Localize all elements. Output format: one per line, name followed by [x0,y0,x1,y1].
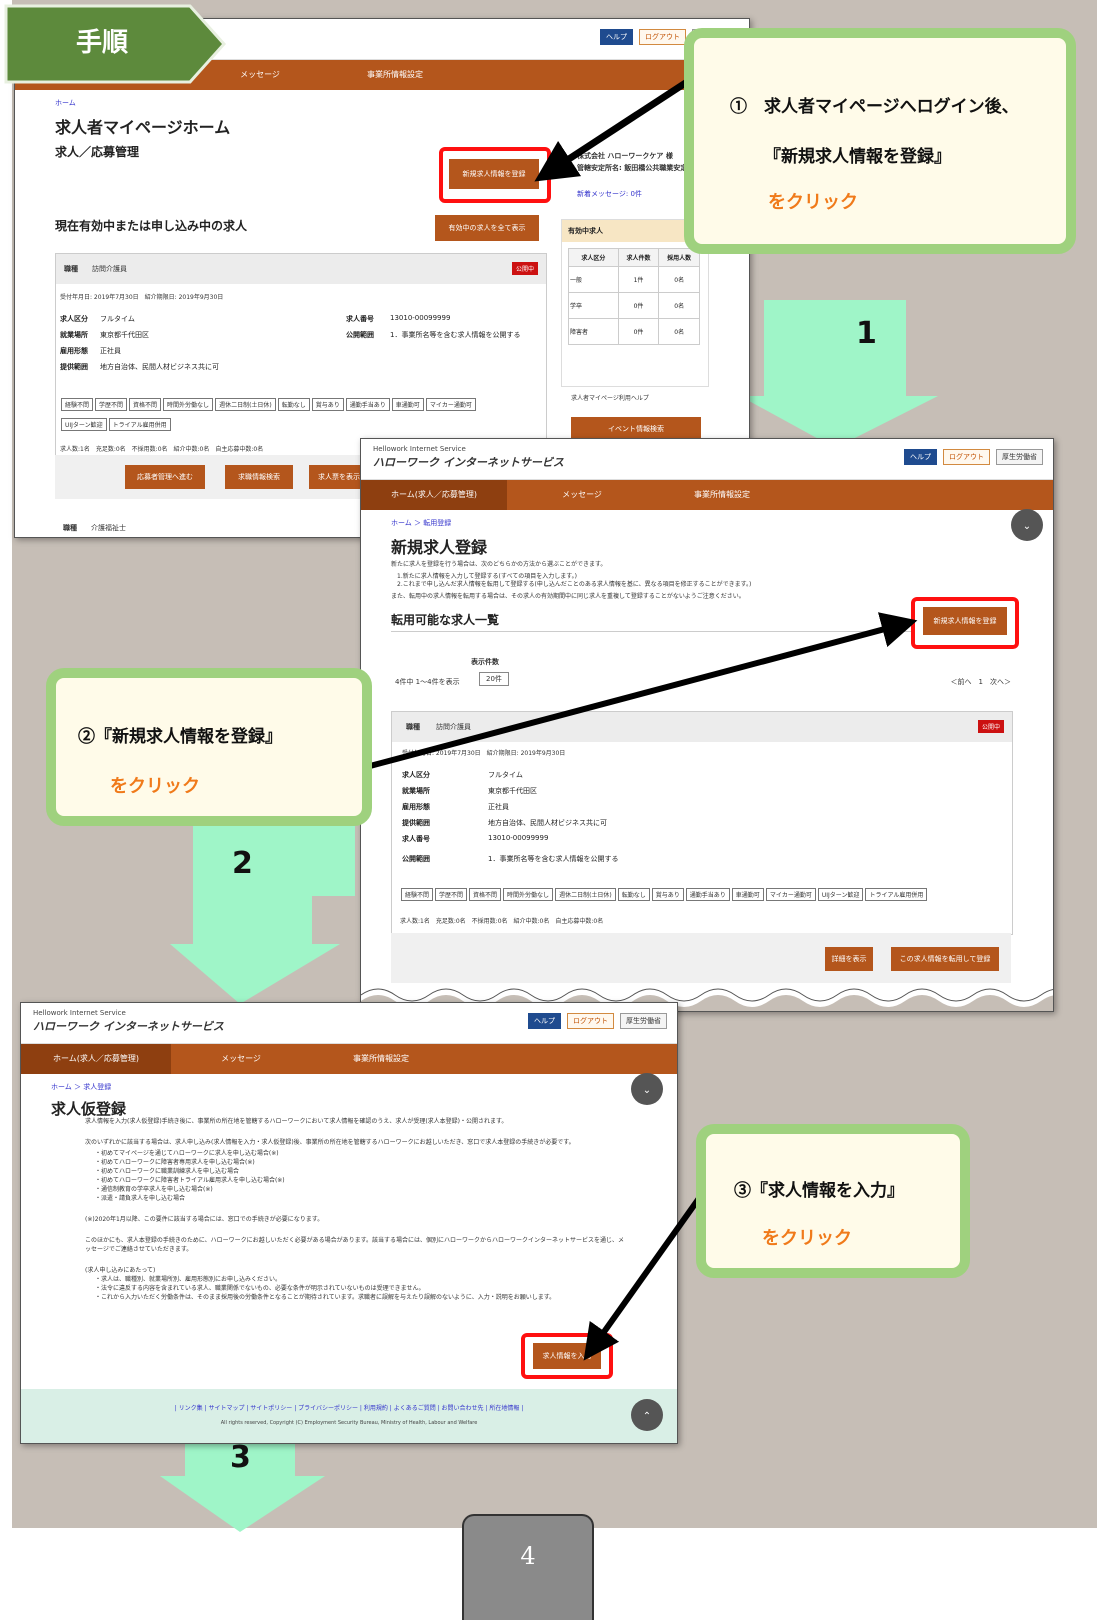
callout-3-text: ③『求人情報を入力』 [734,1181,904,1201]
pointer-arrow-1 [534,77,692,182]
pointer-arrow-3 [583,1178,715,1361]
callout-2-action: をクリック [110,776,200,797]
callout-1-action: をクリック [768,192,858,213]
callout-2-text: ②『新規求人情報を登録』 [78,727,282,747]
step-tab-label: 手順 [76,28,129,58]
callout-step-2: ②『新規求人情報を登録』 をクリック [46,668,372,826]
callout-3-action: をクリック [762,1228,852,1249]
page-number: 4 [462,1514,594,1620]
callout-step-1: ① 求人者マイページへログイン後、 『新規求人情報を登録』 をクリック [684,28,1076,254]
callout-1-text-1: ① 求人者マイページへログイン後、 [730,97,1019,117]
step-number-1: 1 [856,316,877,351]
step-number-3: 3 [230,1440,251,1475]
pointer-arrow-2 [369,612,918,769]
callout-step-3: ③『求人情報を入力』 をクリック [696,1124,970,1278]
callout-1-text-2: 『新規求人情報を登録』 [764,147,951,167]
step-number-2: 2 [232,846,253,881]
